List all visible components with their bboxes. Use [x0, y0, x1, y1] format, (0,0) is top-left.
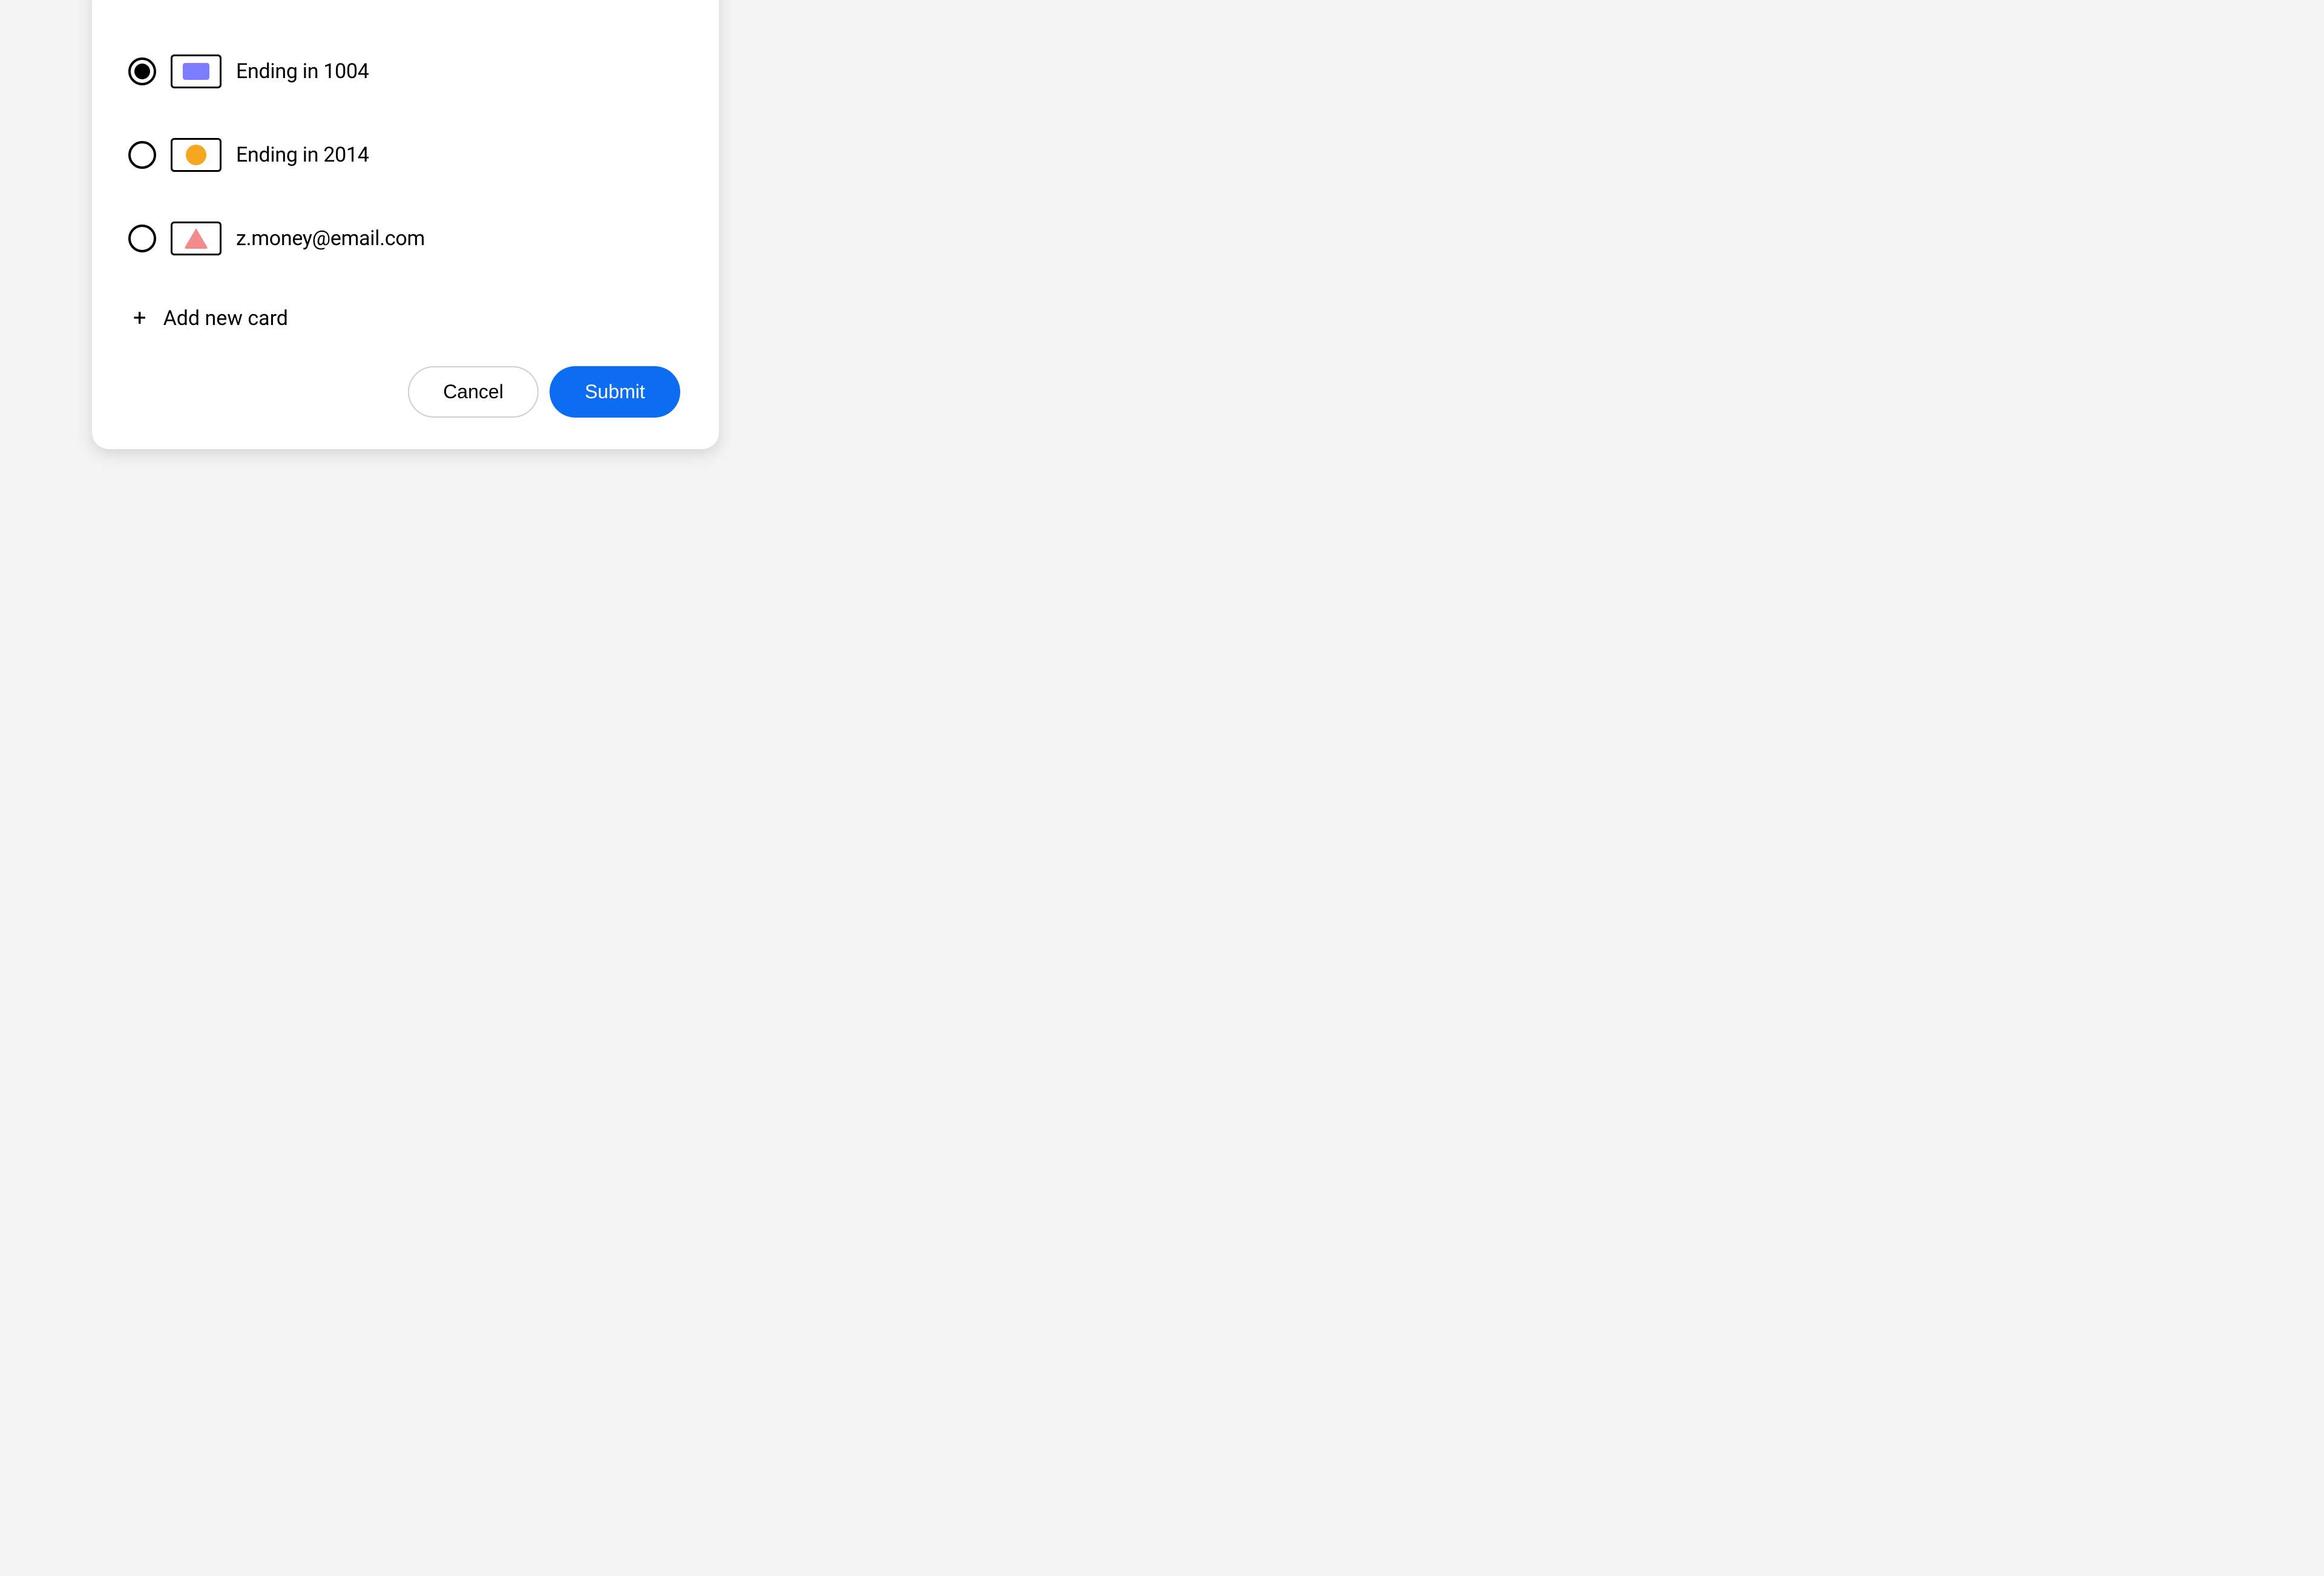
payment-option-label: Ending in 1004	[236, 59, 369, 84]
plus-icon: +	[133, 307, 146, 330]
card-circle-icon	[171, 138, 222, 172]
add-new-card-label: Add new card	[163, 306, 288, 330]
cancel-button[interactable]: Cancel	[408, 366, 539, 418]
radio-button-icon	[128, 141, 156, 169]
dialog-button-row: Cancel Submit	[408, 366, 680, 418]
payment-option-label: Ending in 2014	[236, 143, 369, 167]
payment-option-label: z.money@email.com	[236, 226, 425, 251]
payment-option-0[interactable]: Ending in 1004	[128, 54, 683, 88]
radio-button-icon	[128, 225, 156, 252]
payment-method-list: Ending in 1004 Ending in 2014 z.money@em…	[128, 54, 683, 255]
add-new-card-button[interactable]: + Add new card	[128, 306, 683, 330]
card-triangle-icon	[171, 222, 222, 255]
card-rectangle-icon	[171, 54, 222, 88]
payment-option-1[interactable]: Ending in 2014	[128, 138, 683, 172]
payment-method-card: Ending in 1004 Ending in 2014 z.money@em…	[92, 0, 719, 449]
radio-button-icon	[128, 57, 156, 85]
submit-button[interactable]: Submit	[550, 366, 680, 418]
payment-option-2[interactable]: z.money@email.com	[128, 222, 683, 255]
